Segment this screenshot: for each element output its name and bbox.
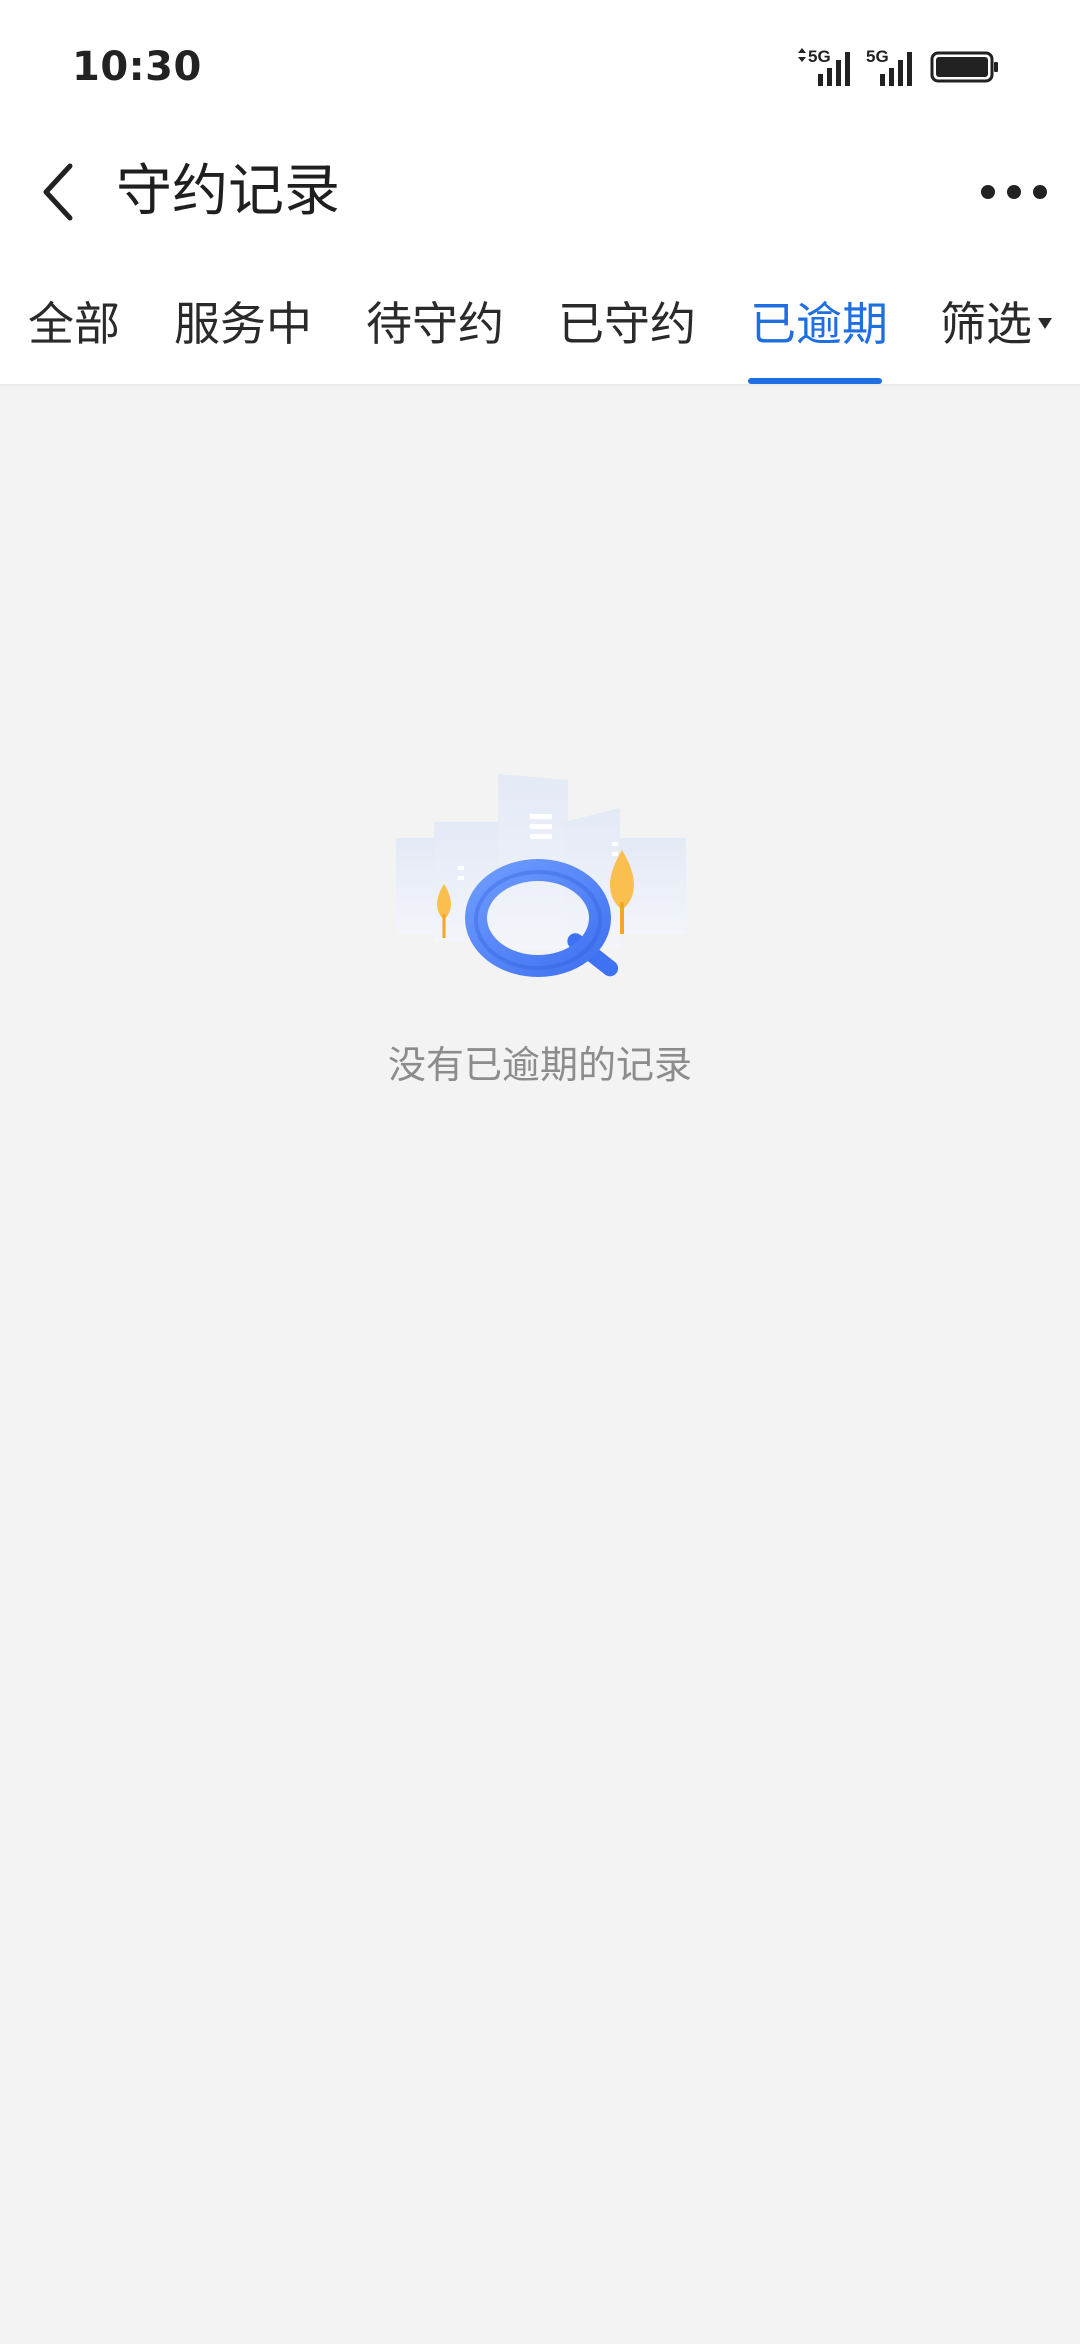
signal-2-icon: 5G xyxy=(866,47,912,86)
tab-in-service[interactable]: 服务中 xyxy=(174,294,312,354)
status-icons: 5G 5G xyxy=(794,44,1004,90)
back-button[interactable] xyxy=(28,152,108,232)
more-horizontal-icon xyxy=(981,185,1047,199)
battery-icon xyxy=(930,51,998,83)
signal-1-icon: 5G xyxy=(798,47,850,86)
tab-bar: 全部 服务中 待守约 已守约 已逾期 筛选 xyxy=(0,254,1080,386)
network-2-label: 5G xyxy=(866,47,889,66)
tab-pending[interactable]: 待守约 xyxy=(366,294,504,354)
status-bar: 10:30 5G 5G xyxy=(0,0,1080,130)
tab-all[interactable]: 全部 xyxy=(28,294,120,354)
empty-state-message: 没有已逾期的记录 xyxy=(387,1043,692,1087)
tab-overdue[interactable]: 已逾期 xyxy=(750,294,888,354)
tab-filter[interactable]: 筛选 xyxy=(940,294,1052,354)
network-1-label: 5G xyxy=(808,47,831,66)
content-area: 没有已逾期的记录 xyxy=(0,386,1080,2344)
page-title: 守约记录 xyxy=(116,159,340,224)
status-time: 10:30 xyxy=(72,44,202,90)
navigation-bar: 守约记录 xyxy=(0,130,1080,254)
caret-down-icon xyxy=(1038,318,1052,329)
search-magnifier-illustration xyxy=(394,762,690,1002)
active-tab-indicator xyxy=(748,378,882,384)
filter-label: 筛选 xyxy=(940,297,1032,351)
chevron-left-icon xyxy=(43,163,73,221)
more-button[interactable] xyxy=(970,152,1060,232)
tab-kept[interactable]: 已守约 xyxy=(558,294,696,354)
